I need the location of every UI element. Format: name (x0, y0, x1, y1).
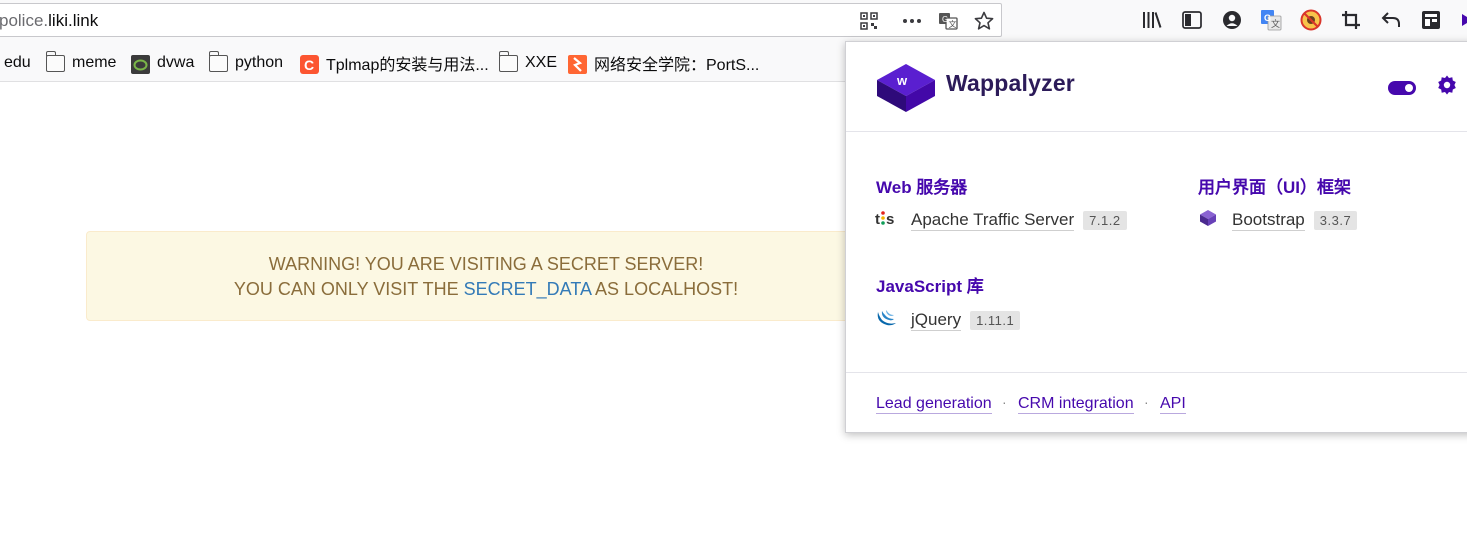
svg-text:C: C (304, 57, 314, 73)
csdn-icon: C (300, 54, 319, 74)
apache-traffic-server-icon: ts (875, 208, 897, 233)
crop-icon[interactable] (1339, 8, 1363, 32)
url-prefix: police. (0, 11, 49, 30)
bookmark-edu[interactable]: edu (4, 52, 31, 74)
tech-version-badge: 1.11.1 (970, 310, 1021, 330)
svg-text:G: G (1264, 13, 1271, 23)
tech-bootstrap[interactable]: Bootstrap 3.3.7 (1198, 208, 1358, 233)
warning-line2-pre: YOU CAN ONLY VISIT THE (233, 279, 459, 299)
tech-name[interactable]: Bootstrap (1232, 210, 1305, 231)
bookmark-tplmap[interactable]: C Tplmap的安装与用法... (300, 52, 489, 74)
url-host: liki.link (48, 11, 99, 30)
warning-alert: WARNING! YOU ARE VISITING A SECRET SERVE… (86, 231, 886, 321)
svg-text:文: 文 (949, 19, 957, 29)
svg-text:s: s (886, 211, 894, 228)
svg-text:G: G (942, 15, 948, 24)
bookmark-meme[interactable]: meme (45, 50, 117, 74)
wappalyzer-brand: Wappalyzer (946, 70, 1075, 96)
account-icon[interactable] (1220, 8, 1244, 32)
bookmark-label: meme (72, 54, 117, 71)
svg-text:t: t (875, 211, 880, 228)
blocker-icon[interactable] (1299, 8, 1323, 32)
sidebar-icon[interactable] (1180, 8, 1204, 32)
library-icon[interactable] (1140, 8, 1164, 32)
back-icon[interactable] (1379, 8, 1403, 32)
url-bar[interactable]: police.liki.link G文 (0, 3, 1002, 37)
folder-icon (45, 50, 65, 72)
browser-toolbar: police.liki.link G文 G文 (0, 0, 1467, 42)
bookmark-label: 网络安全学院：PortS... (594, 57, 760, 74)
api-link[interactable]: API (1160, 394, 1186, 414)
footer-separator: · (1144, 394, 1149, 410)
folder-icon (498, 50, 518, 72)
footer-separator: · (1002, 394, 1007, 410)
popup-header: w Wappalyzer (846, 42, 1467, 132)
bookmark-label: edu (4, 54, 31, 71)
dvwa-icon (131, 54, 150, 74)
category-title-web-server: Web 服务器 (876, 178, 968, 197)
container-icon[interactable] (1419, 8, 1443, 32)
tech-apache-traffic-server[interactable]: ts Apache Traffic Server 7.1.2 (875, 208, 1127, 232)
bookmark-label: dvwa (157, 54, 195, 71)
tech-version-badge: 3.3.7 (1313, 210, 1358, 230)
bookmark-portswigger[interactable]: 网络安全学院：PortS... (568, 52, 759, 74)
warning-line2-post: AS LOCALHOST! (595, 279, 739, 299)
wappalyzer-icon[interactable] (1455, 8, 1467, 32)
tech-name[interactable]: Apache Traffic Server (911, 210, 1075, 231)
bookmark-label: Tplmap的安装与用法... (326, 57, 489, 74)
translate-icon[interactable]: G文 (936, 9, 960, 33)
bookmark-star-icon[interactable] (972, 9, 996, 33)
warning-line1: WARNING! YOU ARE VISITING A SECRET SERVE… (268, 254, 704, 274)
bookmark-xxe[interactable]: XXE (498, 50, 558, 74)
folder-icon (208, 50, 228, 72)
jquery-icon (875, 308, 897, 333)
bootstrap-icon (1198, 208, 1218, 233)
svg-text:w: w (896, 73, 908, 88)
crm-integration-link[interactable]: CRM integration (1018, 394, 1134, 414)
wappalyzer-logo-icon: w (875, 62, 937, 119)
lead-generation-link[interactable]: Lead generation (876, 394, 992, 414)
bookmark-dvwa[interactable]: dvwa (131, 52, 194, 74)
warning-line2: YOU CAN ONLY VISIT THE SECRET_DATA AS LO… (87, 277, 885, 302)
wappalyzer-popup: w Wappalyzer Web 服务器 ts Apache Traffic S… (845, 41, 1467, 433)
category-title-javascript-library: JavaScript 库 (876, 277, 984, 296)
tech-jquery[interactable]: jQuery 1.11.1 (875, 308, 1021, 333)
svg-text:文: 文 (1271, 18, 1280, 30)
bookmark-python[interactable]: python (208, 50, 284, 74)
more-icon[interactable] (900, 9, 924, 33)
enable-toggle[interactable] (1388, 81, 1416, 95)
portswigger-icon (568, 54, 587, 74)
bookmark-label: python (235, 54, 284, 71)
popup-footer: Lead generation · CRM integration · API (846, 372, 1467, 434)
bookmark-label: XXE (525, 54, 558, 71)
tech-version-badge: 7.1.2 (1083, 210, 1127, 230)
tech-name[interactable]: jQuery (911, 310, 962, 331)
url-text[interactable]: police.liki.link (0, 11, 98, 31)
qrcode-icon[interactable] (857, 9, 881, 33)
category-title-ui-framework: 用户界面（UI）框架 (1198, 178, 1351, 197)
gear-icon[interactable] (1436, 74, 1458, 102)
google-translate-icon[interactable]: G文 (1259, 8, 1283, 32)
secret-data-link[interactable]: SECRET_DATA (464, 279, 591, 299)
